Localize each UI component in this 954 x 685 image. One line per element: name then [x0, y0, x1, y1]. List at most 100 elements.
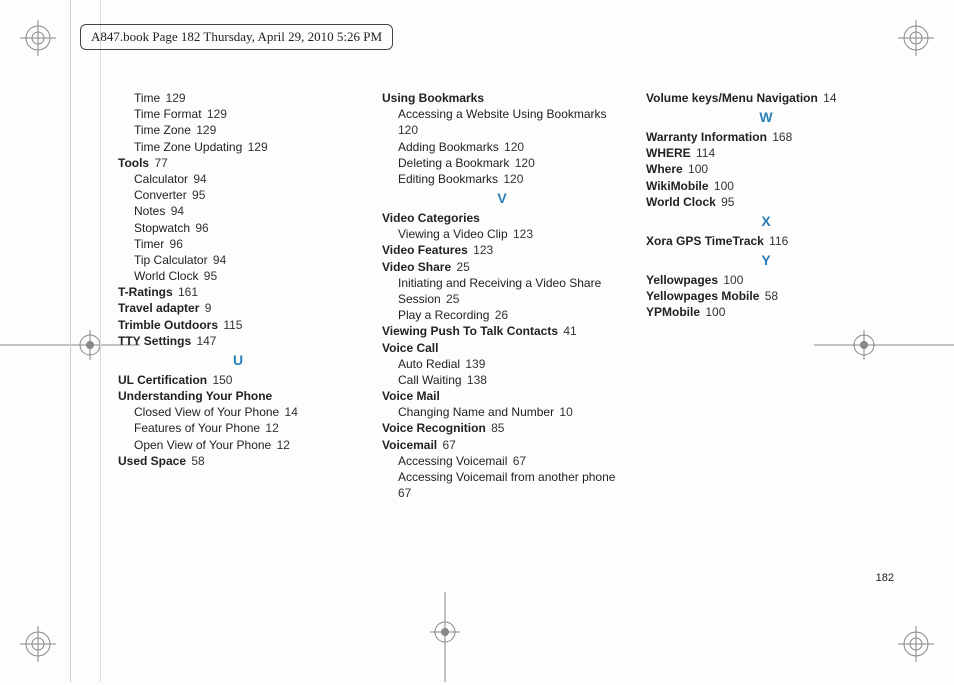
index-entry-label: Initiating and Receiving a Video Share S…: [398, 276, 601, 306]
index-entry: Using Bookmarks: [382, 90, 622, 106]
index-entry-page: 115: [220, 318, 242, 332]
index-entry-label: Notes: [134, 204, 165, 218]
index-entry-label: Trimble Outdoors: [118, 318, 218, 332]
index-entry: Tip Calculator 94: [118, 252, 358, 268]
index-column: Volume keys/Menu Navigation 14 W Warranty …: [646, 90, 886, 501]
index-entry: Stopwatch 96: [118, 220, 358, 236]
index-entry: Trimble Outdoors 115: [118, 317, 358, 333]
index-entry-label: Accessing Voicemail: [398, 454, 507, 468]
index-entry-page: 25: [443, 292, 460, 306]
index-entry-page: 94: [210, 253, 227, 267]
index-entry: Accessing Voicemail from another phone 6…: [382, 469, 622, 501]
index-entry-page: 14: [820, 91, 837, 105]
index-entry-label: Video Categories: [382, 211, 480, 225]
index-entry-label: Adding Bookmarks: [398, 140, 499, 154]
page-header: A847.book Page 182 Thursday, April 29, 2…: [80, 24, 393, 50]
index-entry: Play a Recording 26: [382, 307, 622, 323]
index-entry-label: Understanding Your Phone: [118, 389, 272, 403]
index-entry-label: Video Share: [382, 260, 451, 274]
index-entry: Accessing a Website Using Bookmarks 120: [382, 106, 622, 138]
index-entry-label: TTY Settings: [118, 334, 191, 348]
index-entry-page: 120: [500, 172, 523, 186]
index-entry-page: 58: [761, 289, 778, 303]
index-entry-label: UL Certification: [118, 373, 207, 387]
index-entry-page: 120: [398, 123, 418, 137]
index-entry-label: Editing Bookmarks: [398, 172, 498, 186]
index-entry-page: 139: [462, 357, 485, 371]
index-entry: Warranty Information 168: [646, 129, 886, 145]
index-entry-label: Stopwatch: [134, 221, 190, 235]
index-entry: Deleting a Bookmark 120: [382, 155, 622, 171]
index-entry: YPMobile 100: [646, 304, 886, 320]
index-entry: Time Format 129: [118, 106, 358, 122]
index-entry: Tools 77: [118, 155, 358, 171]
index-entry-label: Volume keys/Menu Navigation: [646, 91, 818, 105]
index-entry-page: 95: [200, 269, 217, 283]
index-entry-page: 120: [501, 140, 524, 154]
index-letter-heading: U: [118, 351, 358, 370]
index-entry: Video Features 123: [382, 242, 622, 258]
index-entry: World Clock 95: [118, 268, 358, 284]
index-entry: WikiMobile 100: [646, 178, 886, 194]
index-entry-label: Warranty Information: [646, 130, 767, 144]
index-letter-heading: Y: [646, 251, 886, 270]
index-entry-label: World Clock: [134, 269, 198, 283]
index-entry: Time 129: [118, 90, 358, 106]
index-entry: Features of Your Phone 12: [118, 420, 358, 436]
index-entry: Time Zone Updating 129: [118, 139, 358, 155]
index-entry-label: Accessing Voicemail from another phone: [398, 470, 615, 484]
index-entry-page: 94: [190, 172, 207, 186]
index-entry-page: 94: [167, 204, 184, 218]
index-entry-label: Voice Mail: [382, 389, 440, 403]
index-entry: World Clock 95: [646, 194, 886, 210]
index-entry: Time Zone 129: [118, 122, 358, 138]
index-entry: Editing Bookmarks 120: [382, 171, 622, 187]
index-entry-label: Time Zone Updating: [134, 140, 242, 154]
index-entry-label: Tools: [118, 156, 149, 170]
index-entry: UL Certification 150: [118, 372, 358, 388]
index-entry-label: Changing Name and Number: [398, 405, 554, 419]
index-entry-page: 67: [439, 438, 456, 452]
index-entry-label: Accessing a Website Using Bookmarks: [398, 107, 607, 121]
index-entry-page: 85: [488, 421, 505, 435]
crop-mark-icon: [896, 624, 936, 664]
index-letter-heading: W: [646, 108, 886, 127]
index-entry-label: Voice Recognition: [382, 421, 486, 435]
index-entry-label: Voicemail: [382, 438, 437, 452]
index-entry-page: 123: [510, 227, 533, 241]
index-entry-label: Xora GPS TimeTrack: [646, 234, 764, 248]
index-entry: Closed View of Your Phone 14: [118, 404, 358, 420]
index-entry: Auto Redial 139: [382, 356, 622, 372]
index-entry-label: Yellowpages: [646, 273, 718, 287]
index-entry-label: Time Format: [134, 107, 202, 121]
index-entry-page: 25: [453, 260, 470, 274]
index-entry: TTY Settings 147: [118, 333, 358, 349]
index-entry-label: Viewing a Video Clip: [398, 227, 508, 241]
page-frame-line: [100, 0, 101, 682]
index-entry: Voice Recognition 85: [382, 420, 622, 436]
index-entry-page: 100: [720, 273, 743, 287]
index-entry-label: Where: [646, 162, 683, 176]
index-entry: Where 100: [646, 161, 886, 177]
index-entry-page: 96: [192, 221, 209, 235]
index-entry: Viewing Push To Talk Contacts 41: [382, 323, 622, 339]
index-entry: Yellowpages Mobile 58: [646, 288, 886, 304]
index-entry-label: Timer: [134, 237, 164, 251]
index-entry-label: WikiMobile: [646, 179, 709, 193]
index-entry: Xora GPS TimeTrack 116: [646, 233, 886, 249]
index-entry: Notes 94: [118, 203, 358, 219]
index-entry: Viewing a Video Clip 123: [382, 226, 622, 242]
index-entry-page: 138: [464, 373, 487, 387]
index-entry-page: 41: [560, 324, 577, 338]
index-entry-page: 9: [201, 301, 211, 315]
index-entry-label: Using Bookmarks: [382, 91, 484, 105]
index-entry-page: 10: [556, 405, 573, 419]
index-entry-label: YPMobile: [646, 305, 700, 319]
index-entry-label: Call Waiting: [398, 373, 462, 387]
index-entry: Converter 95: [118, 187, 358, 203]
index-entry-page: 123: [470, 243, 493, 257]
index-entry: Used Space 58: [118, 453, 358, 469]
index-entry-page: 114: [693, 146, 715, 160]
index-entry-page: 161: [175, 285, 198, 299]
index-entry-page: 96: [166, 237, 183, 251]
